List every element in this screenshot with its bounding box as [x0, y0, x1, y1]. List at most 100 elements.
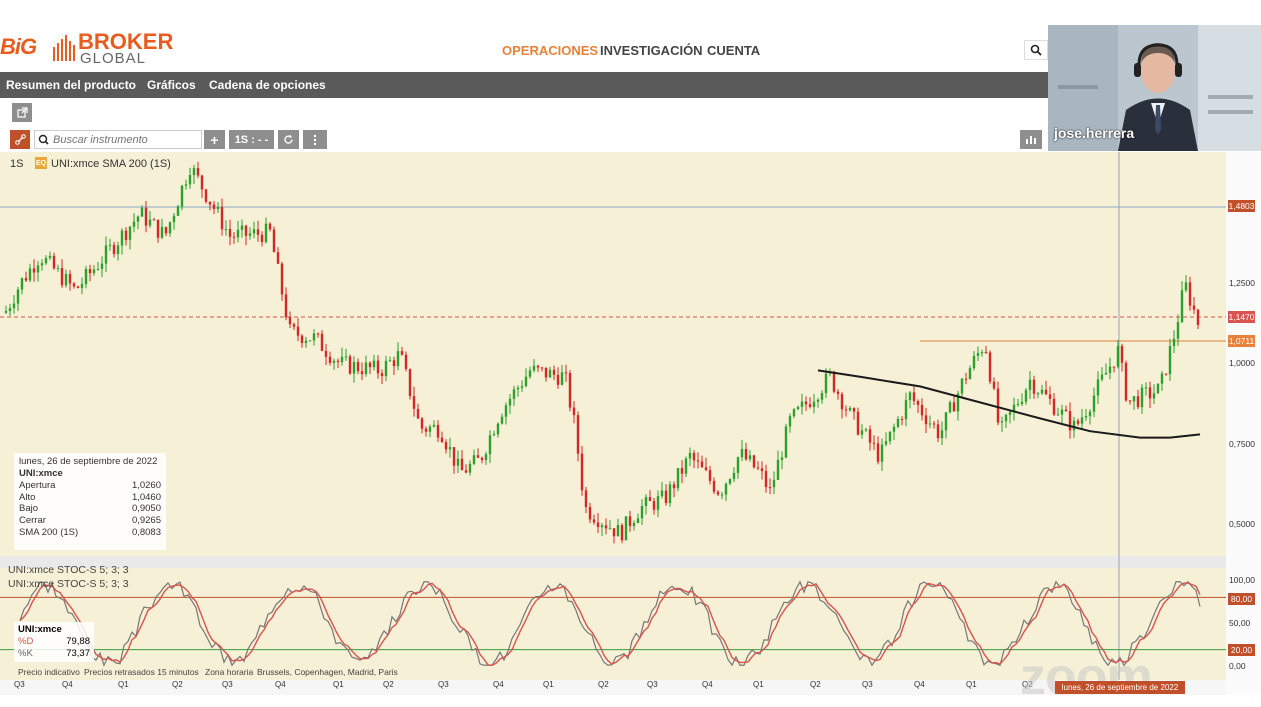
candle-up: [644, 497, 648, 507]
nav-operaciones[interactable]: OPERACIONES: [502, 43, 598, 58]
candle-up: [472, 455, 476, 464]
interval-button[interactable]: 1S : - -: [229, 130, 274, 149]
logo-global: GLOBAL: [80, 50, 147, 67]
candle-down: [652, 500, 656, 510]
chart-settings-icon[interactable]: [1020, 130, 1042, 149]
candle-up: [960, 378, 964, 394]
price-chart[interactable]: 1S EQ UNI:xmce SMA 200 (1S) lunes, 26 de…: [0, 152, 1261, 706]
y-tick-1250: 1,2500: [1229, 278, 1255, 288]
stoch-row-k: %K 73,37: [18, 648, 90, 659]
candle-down: [124, 230, 128, 240]
candle-down: [544, 367, 548, 378]
candle-up: [880, 444, 884, 462]
candle-up: [616, 525, 620, 537]
x-tick: Q4: [493, 680, 504, 689]
candle-up: [188, 175, 192, 185]
price-tag-hline: 1,4803: [1228, 200, 1255, 212]
candle-down: [412, 396, 416, 409]
candle-up: [456, 458, 460, 466]
refresh-icon[interactable]: [278, 130, 299, 149]
add-button[interactable]: +: [204, 130, 225, 149]
candle-down: [700, 461, 704, 468]
price-tag-last: 1,1470: [1228, 311, 1255, 323]
candle-up: [312, 333, 316, 341]
candle-up: [860, 430, 864, 435]
chart-canvas[interactable]: [0, 152, 1261, 695]
search-icon[interactable]: [1024, 40, 1048, 60]
candle-down: [232, 236, 236, 238]
candle-up: [816, 399, 820, 402]
candle-up: [308, 340, 312, 342]
tab-graficos[interactable]: Gráficos: [147, 78, 196, 92]
candle-down: [284, 294, 288, 318]
candle-up: [848, 408, 852, 411]
link-icon[interactable]: [10, 130, 30, 149]
candle-down: [1076, 420, 1080, 424]
x-tick: Q3: [222, 680, 233, 689]
x-tick: Q4: [914, 680, 925, 689]
candle-down: [296, 326, 300, 336]
x-tick: Q4: [702, 680, 713, 689]
tab-cadena-opciones[interactable]: Cadena de opciones: [209, 78, 326, 92]
search-input[interactable]: [53, 133, 193, 146]
external-link-icon[interactable]: [12, 103, 32, 122]
candle-down: [936, 424, 940, 439]
x-tick: Q2: [598, 680, 609, 689]
candle-down: [564, 372, 568, 374]
candle-up: [364, 362, 368, 375]
candle-up: [512, 389, 516, 399]
info-symbol: UNI:xmce: [19, 467, 63, 479]
footer-delay: Precios retrasados 15 minutos: [84, 667, 199, 677]
candle-up: [396, 351, 400, 367]
footer-indicative: Precio indicativo: [18, 667, 80, 677]
x-tick: Q3: [862, 680, 873, 689]
more-options-icon[interactable]: [303, 130, 327, 149]
candle-up: [1000, 421, 1004, 423]
candle-down: [68, 273, 72, 284]
candle-up: [192, 168, 196, 176]
candle-down: [832, 371, 836, 392]
candle-down: [808, 404, 812, 407]
stoch-title-2: UNI:xmce STOC-S 5; 3; 3: [8, 578, 129, 590]
candle-up: [340, 356, 344, 363]
candle-down: [992, 381, 996, 389]
candle-down: [1120, 346, 1124, 363]
candle-up: [1028, 379, 1032, 390]
candle-up: [928, 423, 932, 425]
stoch-tick-50: 50,00: [1229, 618, 1251, 628]
candle-down: [988, 352, 992, 382]
info-row-sma: SMA 200 (1S) 0,8083: [19, 526, 161, 538]
candle-down: [408, 369, 412, 397]
candle-up: [20, 278, 24, 290]
instrument-search[interactable]: [34, 130, 202, 149]
candle-down: [208, 201, 212, 205]
candle-up: [1184, 282, 1188, 291]
candle-down: [300, 335, 304, 344]
candle-up: [384, 360, 388, 377]
candle-up: [684, 458, 688, 474]
candle-up: [548, 369, 552, 378]
candle-up: [732, 472, 736, 480]
candle-down: [964, 378, 968, 380]
nav-investigacion[interactable]: INVESTIGACIÓN: [600, 43, 703, 58]
candle-up: [132, 221, 136, 227]
candle-up: [520, 386, 524, 388]
candle-down: [316, 333, 320, 335]
candle-up: [1088, 411, 1092, 417]
y-tick-1000: 1,0000: [1229, 358, 1255, 368]
candle-up: [636, 518, 640, 523]
stoch-tag-80: 80,00: [1228, 593, 1255, 605]
nav-cuenta[interactable]: CUENTA: [707, 43, 760, 58]
candle-down: [260, 234, 264, 243]
candle-up: [140, 207, 144, 217]
candle-down: [680, 468, 684, 474]
candle-down: [836, 391, 840, 395]
x-tick: Q1: [543, 680, 554, 689]
candle-up: [720, 494, 724, 496]
candle-up: [908, 392, 912, 401]
candle-up: [968, 368, 972, 380]
x-tick: Q2: [810, 680, 821, 689]
tab-resumen[interactable]: Resumen del producto: [6, 78, 136, 92]
candle-up: [1152, 393, 1156, 399]
candle-up: [44, 257, 48, 264]
